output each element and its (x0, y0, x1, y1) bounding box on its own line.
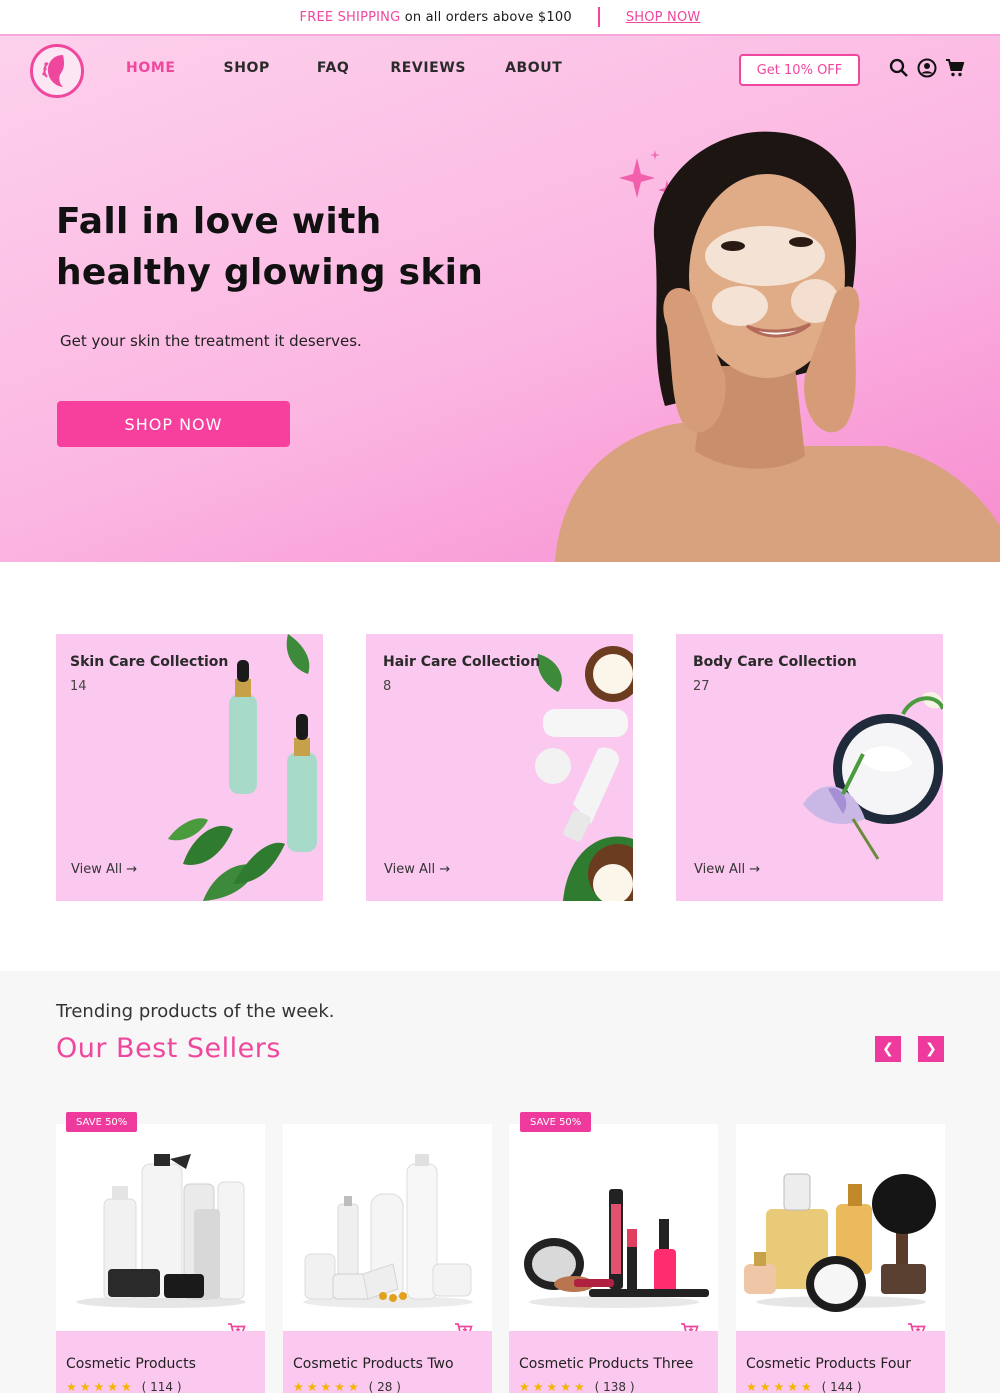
brand-logo[interactable] (30, 44, 84, 98)
section-kicker: Trending products of the week. (56, 1001, 335, 1022)
product-rating: ★★★★★ ( 138 ) (519, 1380, 635, 1393)
review-count: ( 114 ) (141, 1380, 182, 1393)
product-name: Cosmetic Products Three (519, 1356, 694, 1372)
nav-reviews[interactable]: REVIEWS (390, 60, 466, 76)
woman-profile-icon (42, 55, 65, 87)
view-all-link[interactable]: View All → (71, 862, 137, 877)
product-rating: ★★★★★ ( 144 ) (746, 1380, 862, 1393)
star-icons: ★★★★★ (66, 1380, 135, 1393)
serum-bottles-image (168, 634, 317, 901)
product-rating: ★★★★★ ( 28 ) (293, 1380, 401, 1393)
chevron-left-icon: ❮ (882, 1041, 894, 1057)
review-count: ( 28 ) (368, 1380, 401, 1393)
review-count: ( 144 ) (821, 1380, 862, 1393)
body-cream-image (803, 692, 943, 860)
star-icons: ★★★★★ (519, 1380, 588, 1393)
announcement-shop-link[interactable]: SHOP NOW (626, 10, 701, 25)
product-name: Cosmetic Products Four (746, 1356, 912, 1372)
hero-title-line1: Fall in love with (56, 201, 382, 242)
product-info: Cosmetic Products Four ★★★★★ ( 144 ) (736, 1331, 945, 1393)
nav-shop[interactable]: SHOP (224, 60, 270, 76)
announcement-divider (597, 7, 600, 27)
model-photo (555, 131, 1000, 562)
section-heading: Our Best Sellers (56, 1033, 281, 1064)
best-sellers-section: Trending products of the week. Our Best … (0, 971, 1000, 1393)
collection-title: Body Care Collection (693, 654, 857, 670)
collection-card-hair-care[interactable]: Hair Care Collection 8 View All → (366, 634, 633, 901)
view-all-label: View All (384, 862, 436, 877)
view-all-label: View All (694, 862, 746, 877)
review-count: ( 138 ) (594, 1380, 635, 1393)
view-all-link[interactable]: View All → (694, 862, 760, 877)
arrow-right-icon: → (749, 862, 761, 877)
product-name: Cosmetic Products Two (293, 1356, 454, 1372)
collection-count: 27 (693, 679, 710, 694)
carousel-next-button[interactable]: ❯ (918, 1036, 944, 1062)
announcement-bar: FREE SHIPPING on all orders above $100 S… (0, 0, 1000, 36)
product-image (303, 1154, 473, 1308)
collection-card-skin-care[interactable]: Skin Care Collection 14 View All → (56, 634, 323, 901)
hero-shop-now-button[interactable]: SHOP NOW (57, 401, 290, 447)
product-info: Cosmetic Products Three ★★★★★ ( 138 ) (509, 1331, 718, 1393)
product-info: Cosmetic Products Two ★★★★★ ( 28 ) (283, 1331, 492, 1393)
product-image (744, 1173, 936, 1312)
discount-button[interactable]: Get 10% OFF (739, 54, 860, 86)
star-icons: ★★★★★ (746, 1380, 815, 1393)
product-image (524, 1189, 709, 1308)
view-all-link[interactable]: View All → (384, 862, 450, 877)
hero-subtitle: Get your skin the treatment it deserves. (60, 332, 362, 350)
product-card[interactable]: Cosmetic Products Three ★★★★★ ( 138 ) (509, 1124, 718, 1393)
star-icons: ★★★★★ (293, 1380, 362, 1393)
account-icon[interactable] (917, 58, 937, 78)
collection-title: Skin Care Collection (70, 654, 229, 670)
product-name: Cosmetic Products (66, 1356, 196, 1372)
nav-icons (889, 58, 965, 78)
collection-card-body-care[interactable]: Body Care Collection 27 View All → (676, 634, 943, 901)
arrow-right-icon: → (439, 862, 451, 877)
nav-faq[interactable]: FAQ (317, 60, 350, 76)
collection-count: 14 (70, 679, 87, 694)
announcement-text: on all orders above $100 (400, 9, 572, 25)
cart-icon[interactable] (945, 58, 965, 78)
main-nav: HOME SHOP FAQ REVIEWS ABOUT Get 10% OFF (0, 36, 1000, 104)
announcement-highlight: FREE SHIPPING (299, 9, 401, 25)
product-card[interactable]: Cosmetic Products ★★★★★ ( 114 ) (56, 1124, 265, 1393)
hair-care-products-image (535, 646, 633, 901)
product-card[interactable]: Cosmetic Products Two ★★★★★ ( 28 ) (283, 1124, 492, 1393)
hero-title: Fall in love with healthy glowing skin (56, 196, 483, 298)
arrow-right-icon: → (126, 862, 138, 877)
collection-title: Hair Care Collection (383, 654, 541, 670)
nav-home[interactable]: HOME (126, 60, 176, 76)
product-card[interactable]: Cosmetic Products Four ★★★★★ ( 144 ) (736, 1124, 945, 1393)
save-badge: SAVE 50% (66, 1112, 138, 1132)
collection-count: 8 (383, 679, 392, 694)
search-icon[interactable] (889, 58, 909, 78)
product-info: Cosmetic Products ★★★★★ ( 114 ) (56, 1331, 265, 1393)
product-rating: ★★★★★ ( 114 ) (66, 1380, 182, 1393)
nav-links: HOME SHOP FAQ REVIEWS ABOUT (126, 60, 604, 76)
carousel-prev-button[interactable]: ❮ (875, 1036, 901, 1062)
nav-about[interactable]: ABOUT (505, 60, 562, 76)
product-image (76, 1154, 246, 1308)
save-badge: SAVE 50% (520, 1112, 592, 1132)
hero-title-line2: healthy glowing skin (56, 252, 484, 293)
view-all-label: View All (71, 862, 123, 877)
hero-section: HOME SHOP FAQ REVIEWS ABOUT Get 10% OFF … (0, 36, 1000, 562)
chevron-right-icon: ❯ (925, 1041, 937, 1057)
